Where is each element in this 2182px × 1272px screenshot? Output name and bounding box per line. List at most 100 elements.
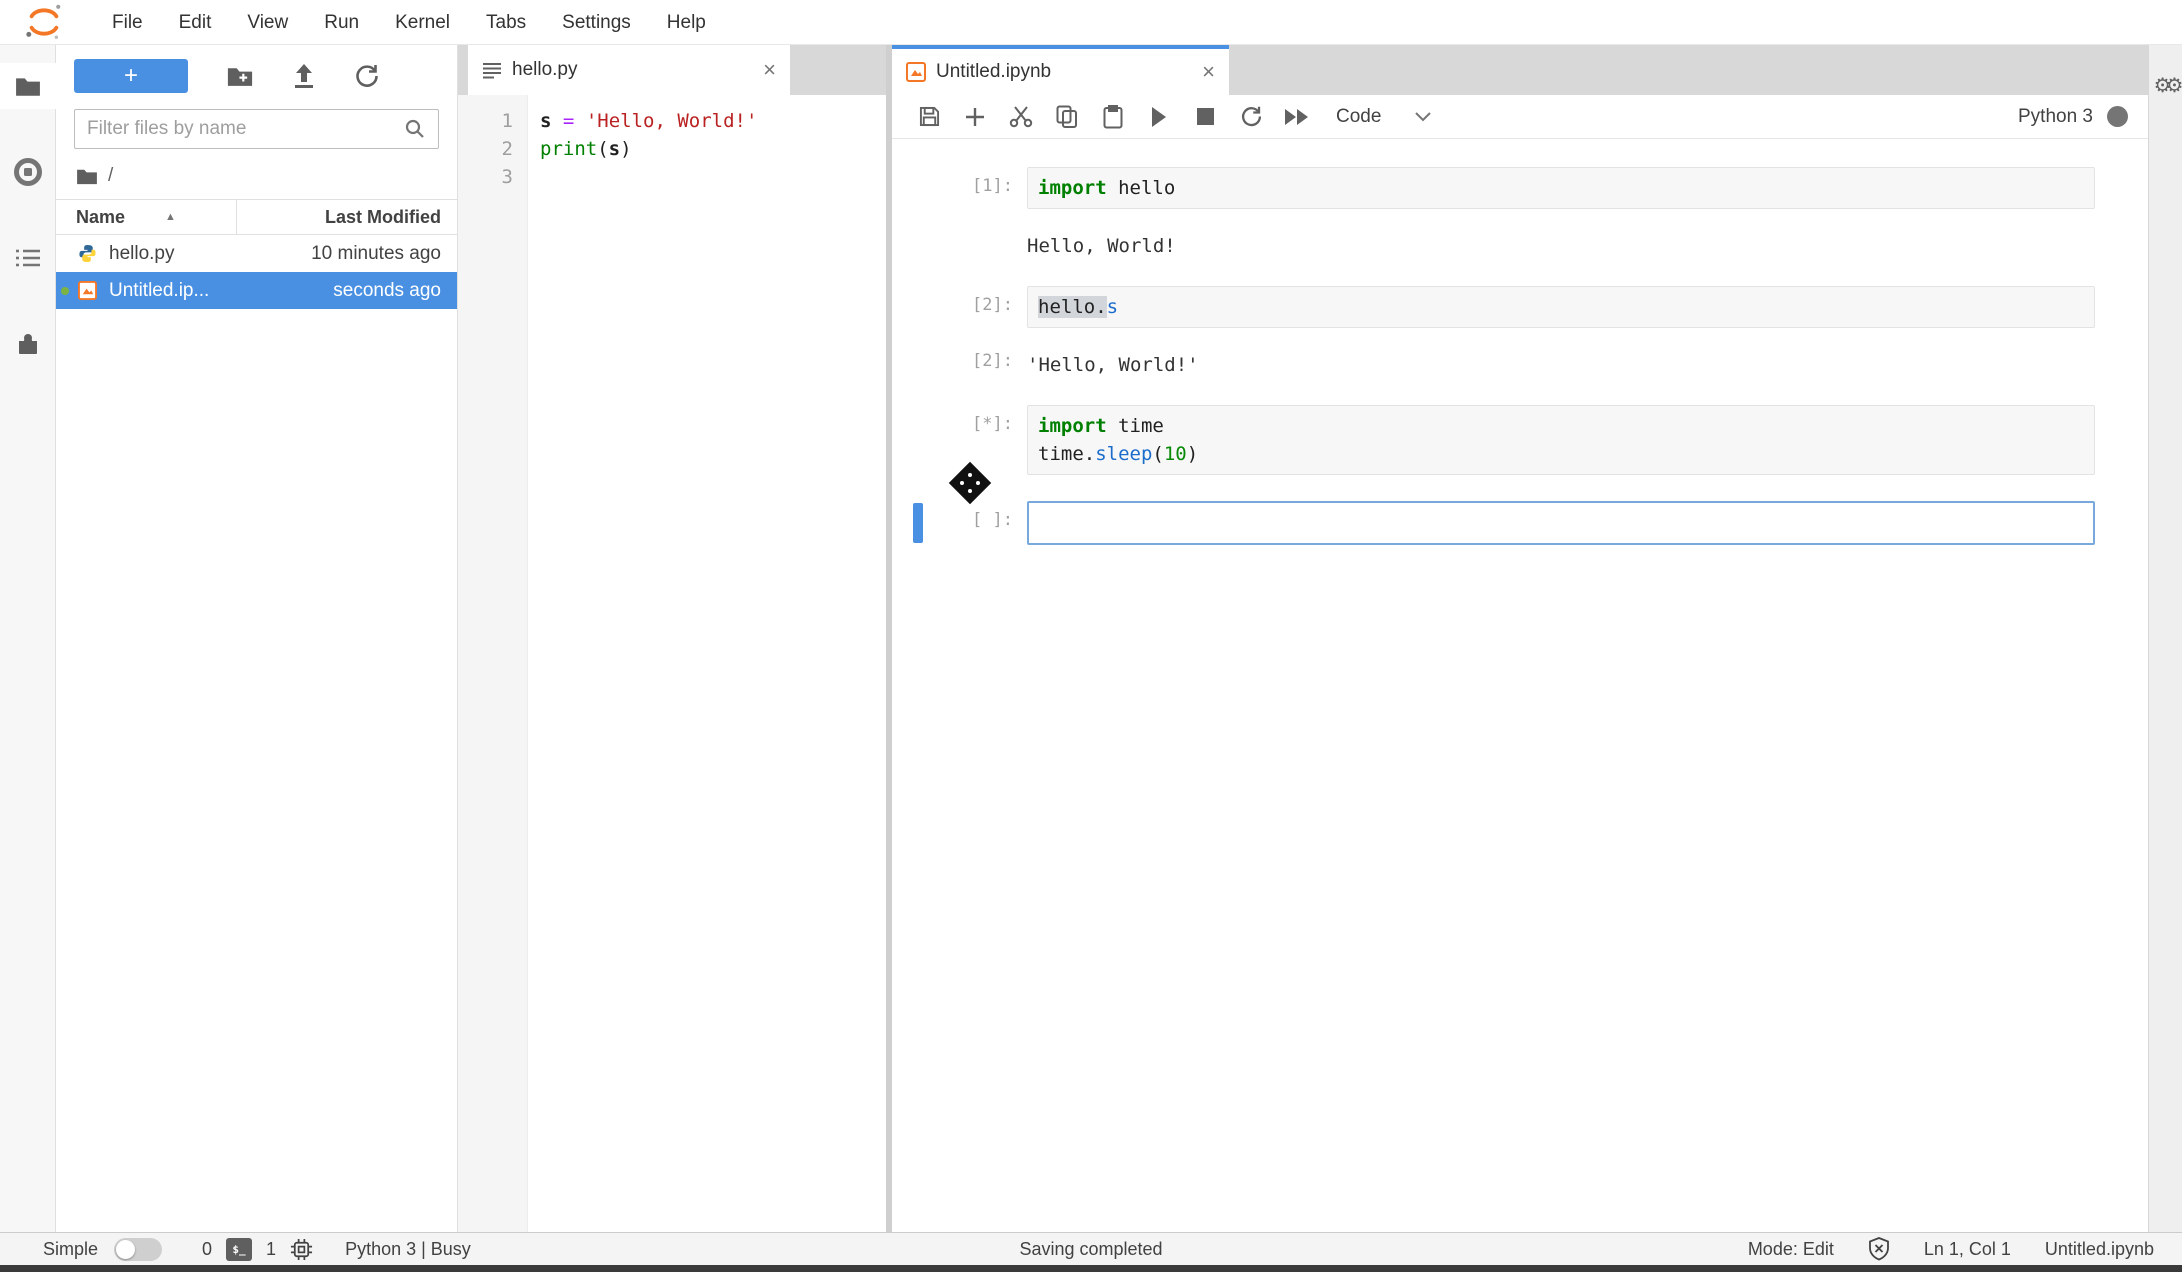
menu-item-run[interactable]: Run: [306, 0, 377, 45]
line-number: 1: [458, 107, 527, 135]
file-name-label: hello.py: [109, 243, 175, 265]
editor-tab-bar: hello.py ×: [458, 45, 886, 95]
terminal-count[interactable]: 0: [202, 1239, 212, 1260]
breadcrumb-root: /: [108, 165, 113, 187]
code-area[interactable]: s = 'Hello, World!'print(s): [528, 95, 886, 1232]
file-modified-cell: seconds ago: [333, 280, 457, 302]
line-number: 2: [458, 135, 527, 163]
code-line: import hello: [1038, 174, 2084, 202]
menu-item-file[interactable]: File: [94, 0, 161, 45]
notebook-tab-bar: Untitled.ipynb ×: [892, 45, 2148, 95]
active-cell-collapser[interactable]: [913, 503, 923, 543]
file-modified-cell: 10 minutes ago: [311, 243, 457, 265]
output-prompt: [2]:: [892, 342, 1027, 379]
simple-mode-toggle[interactable]: [114, 1238, 162, 1261]
mode-indicator[interactable]: Mode: Edit: [1748, 1239, 1834, 1260]
menu-bar: FileEditViewRunKernelTabsSettingsHelp: [0, 0, 2182, 45]
insert-cell-button[interactable]: [952, 99, 998, 135]
notebook-cell: [2]:hello.s[2]:'Hello, World!': [892, 286, 2148, 379]
tab-label: hello.py: [512, 59, 753, 81]
file-row[interactable]: Untitled.ip... seconds ago: [56, 272, 457, 309]
kernel-count[interactable]: 1: [266, 1239, 276, 1260]
cell-editor[interactable]: [1027, 501, 2095, 545]
new-folder-button[interactable]: [226, 61, 254, 91]
tab-untitled-ipynb[interactable]: Untitled.ipynb ×: [892, 45, 1229, 95]
puzzle-icon: [15, 331, 41, 357]
terminal-icon: $_: [226, 1238, 252, 1261]
kernel-busy-indicator: [2107, 106, 2128, 127]
gears-icon[interactable]: ⚙⚙: [2149, 73, 2182, 98]
notebook-cells: [1]:import helloHello, World![2]:hello.s…: [892, 139, 2148, 545]
right-sidebar-strip: ⚙⚙: [2148, 45, 2182, 1232]
list-icon: [15, 247, 41, 269]
upload-icon: [292, 63, 316, 89]
menu-item-edit[interactable]: Edit: [161, 0, 230, 45]
main-content: +: [0, 45, 2182, 1232]
sidebar-item-property-inspector[interactable]: [0, 235, 56, 281]
cell-output-row: [2]:'Hello, World!': [892, 342, 2148, 379]
file-filter-input[interactable]: [87, 118, 404, 140]
close-icon[interactable]: ×: [763, 60, 776, 80]
output-text: Hello, World!: [1027, 223, 1176, 260]
kernel-chip-icon: [290, 1238, 313, 1261]
file-browser-panel: +: [56, 45, 458, 1232]
cursor-position[interactable]: Ln 1, Col 1: [1924, 1239, 2011, 1260]
python-file-icon: [78, 244, 97, 263]
code-editor[interactable]: 123 s = 'Hello, World!'print(s): [458, 95, 886, 1232]
restart-kernel-button[interactable]: [1228, 99, 1274, 135]
menu-item-tabs[interactable]: Tabs: [468, 0, 544, 45]
tab-hello-py[interactable]: hello.py ×: [468, 45, 790, 95]
simple-mode-label: Simple: [43, 1239, 98, 1260]
cut-cells-button[interactable]: [998, 99, 1044, 135]
notebook-file-icon: [78, 281, 97, 300]
file-name-cell: hello.py: [56, 243, 311, 265]
running-dot: [61, 287, 69, 295]
upload-button[interactable]: [292, 61, 316, 91]
notebook-cell: [ ]:: [892, 501, 2148, 545]
menu-item-view[interactable]: View: [229, 0, 306, 45]
restart-run-all-button[interactable]: [1274, 99, 1320, 135]
column-header-name[interactable]: Name ▲: [56, 200, 237, 234]
file-row[interactable]: hello.py 10 minutes ago: [56, 235, 457, 272]
save-button[interactable]: [906, 99, 952, 135]
run-button[interactable]: [1136, 99, 1182, 135]
status-left: Simple 0 $_ 1 Python 3 | Busy: [0, 1238, 471, 1261]
search-icon: [404, 118, 426, 140]
notebook-cell: [*]:import timetime.sleep(10): [892, 405, 2148, 475]
stop-button[interactable]: [1182, 99, 1228, 135]
file-text-icon: [482, 61, 502, 79]
menu-item-kernel[interactable]: Kernel: [377, 0, 468, 45]
sidebar-item-file-browser[interactable]: [0, 63, 56, 109]
paste-cells-button[interactable]: [1090, 99, 1136, 135]
cell-editor[interactable]: import hello: [1027, 167, 2095, 209]
new-launcher-button[interactable]: +: [74, 59, 188, 93]
cell-output-row: Hello, World!: [892, 223, 2148, 260]
code-line: print(s): [540, 135, 886, 163]
file-name-cell: Untitled.ip...: [56, 280, 333, 302]
menu-item-help[interactable]: Help: [649, 0, 724, 45]
cell-editor[interactable]: import timetime.sleep(10): [1027, 405, 2095, 475]
refresh-button[interactable]: [354, 61, 380, 91]
notebook-toolbar: Code Python 3: [892, 95, 2148, 139]
file-name-label: Untitled.ip...: [109, 280, 209, 302]
sort-arrow-icon: ▲: [165, 211, 176, 223]
file-list-header: Name ▲ Last Modified: [56, 199, 457, 235]
sidebar-item-running-kernels[interactable]: [0, 149, 56, 195]
sidebar-item-extensions[interactable]: [0, 321, 56, 367]
notebook-cell: [1]:import helloHello, World!: [892, 167, 2148, 260]
new-folder-icon: [226, 65, 254, 87]
tab-label: Untitled.ipynb: [936, 61, 1192, 83]
close-icon[interactable]: ×: [1202, 62, 1215, 82]
left-sidebar-strip: [0, 45, 56, 1232]
column-header-modified[interactable]: Last Modified: [237, 207, 457, 228]
cell-input-row: [2]:hello.s: [892, 286, 2148, 328]
cell-input-row: [*]:import timetime.sleep(10): [892, 405, 2148, 475]
code-line: hello.s: [1038, 293, 2084, 321]
breadcrumb[interactable]: /: [56, 149, 457, 199]
kernel-name[interactable]: Python 3: [2018, 106, 2093, 128]
cell-type-dropdown[interactable]: Code: [1336, 106, 1431, 128]
kernel-status-text[interactable]: Python 3 | Busy: [345, 1239, 471, 1260]
copy-cells-button[interactable]: [1044, 99, 1090, 135]
cell-editor[interactable]: hello.s: [1027, 286, 2095, 328]
menu-item-settings[interactable]: Settings: [544, 0, 649, 45]
